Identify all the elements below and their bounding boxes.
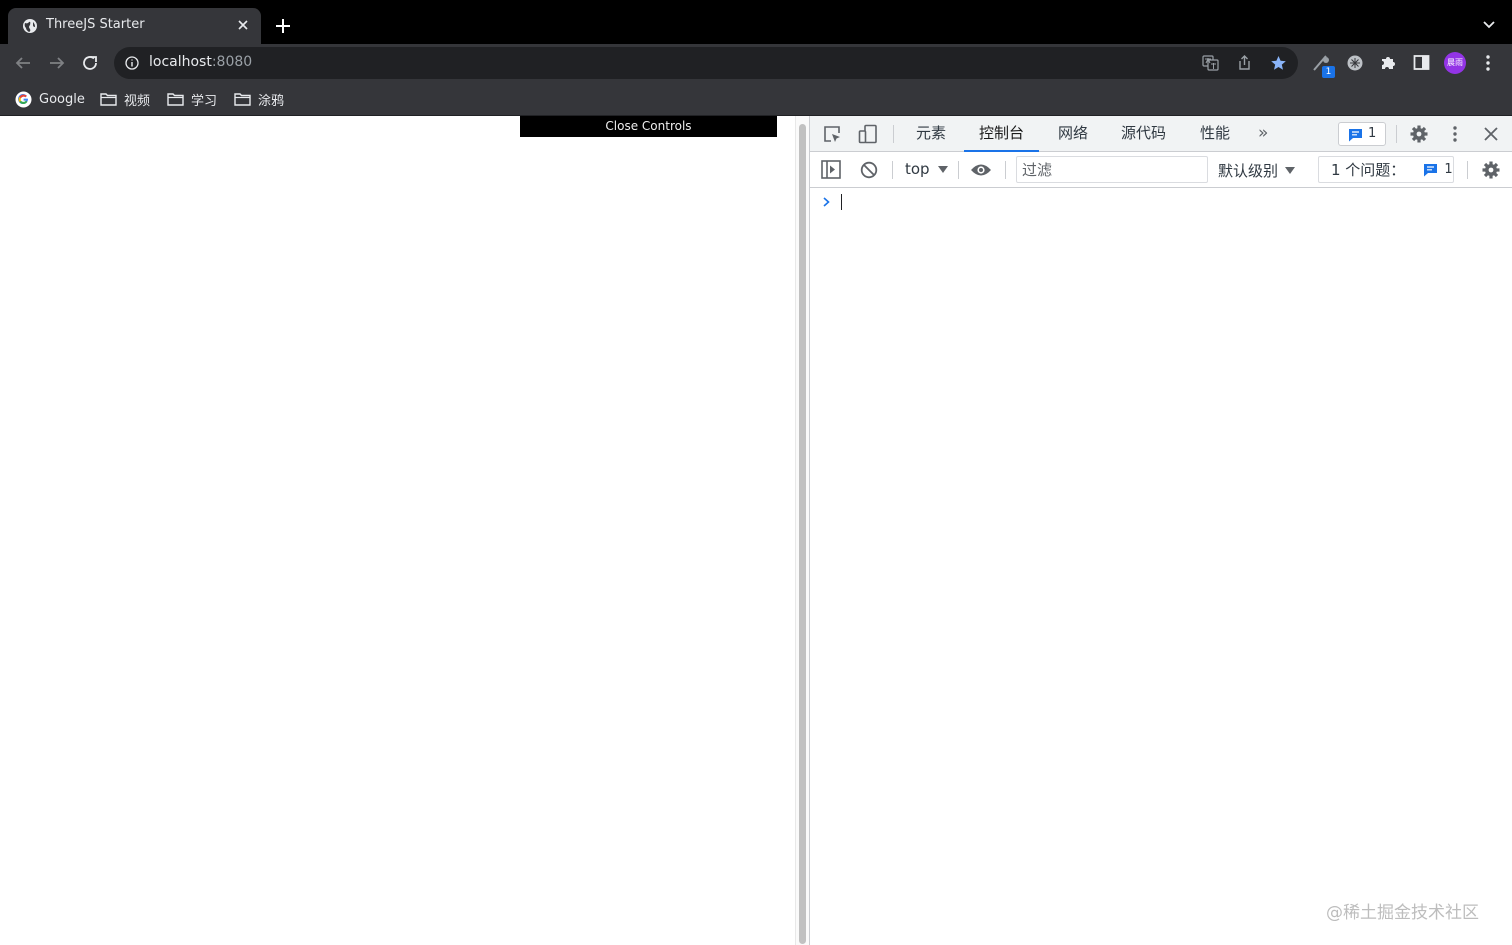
info-icon[interactable] bbox=[125, 56, 139, 70]
puzzle-icon[interactable] bbox=[1379, 54, 1397, 72]
browser-toolbar: localhost:8080 1 晨雨 bbox=[0, 44, 1512, 82]
new-tab-icon[interactable] bbox=[274, 17, 292, 35]
extension-badge: 1 bbox=[1322, 66, 1335, 78]
folder-icon bbox=[100, 92, 117, 106]
inspect-element-icon[interactable] bbox=[823, 125, 842, 144]
back-icon[interactable] bbox=[14, 54, 32, 72]
browser-tab[interactable]: ThreeJS Starter bbox=[8, 8, 261, 44]
console-toolbar: top 默认级别 1 个问题： 1 bbox=[810, 152, 1512, 188]
devtools-tab-bar: 元素 控制台 网络 源代码 性能 » 1 bbox=[810, 116, 1512, 152]
page-scrollbar[interactable] bbox=[795, 116, 809, 945]
message-icon bbox=[1423, 163, 1438, 177]
tab-sources[interactable]: 源代码 bbox=[1121, 116, 1166, 152]
url-port: :8080 bbox=[211, 54, 253, 70]
tab-strip: ThreeJS Starter bbox=[0, 0, 1512, 44]
close-controls-button[interactable]: Close Controls bbox=[520, 116, 777, 137]
more-tabs-button[interactable]: » bbox=[1258, 116, 1268, 152]
scrollbar-thumb[interactable] bbox=[799, 124, 806, 944]
issues-label: 1 个问题： bbox=[1331, 161, 1406, 179]
bookmark-label: 学习 bbox=[191, 93, 218, 109]
log-level-value: 默认级别 bbox=[1218, 162, 1279, 180]
tab-performance[interactable]: 性能 bbox=[1200, 116, 1230, 152]
tab-title: ThreeJS Starter bbox=[46, 17, 145, 32]
address-bar[interactable]: localhost:8080 bbox=[114, 47, 1298, 79]
watermark: @稀土掘金技术社区 bbox=[1326, 903, 1479, 923]
bookmark-folder-doodle[interactable]: 涂鸦 bbox=[234, 90, 285, 109]
translate-icon[interactable] bbox=[1202, 55, 1219, 71]
share-icon[interactable] bbox=[1237, 55, 1252, 71]
prompt-chevron-icon bbox=[822, 196, 831, 208]
url-text: localhost:8080 bbox=[149, 54, 252, 70]
caret-down-icon bbox=[1285, 167, 1296, 174]
console-output[interactable] bbox=[810, 188, 1512, 945]
console-input-cursor[interactable] bbox=[841, 194, 842, 210]
bookmark-google[interactable]: Google bbox=[15, 90, 85, 108]
eye-icon[interactable] bbox=[970, 163, 992, 177]
log-level-select[interactable]: 默认级别 bbox=[1218, 160, 1296, 181]
clear-console-icon[interactable] bbox=[860, 161, 878, 179]
divider bbox=[1396, 125, 1397, 143]
bookmarks-bar: Google 视频 学习 涂鸦 bbox=[0, 82, 1512, 116]
bookmark-label: 视频 bbox=[124, 93, 151, 109]
issues-count: 1 bbox=[1444, 162, 1453, 177]
caret-down-icon bbox=[937, 165, 948, 173]
globe-icon bbox=[22, 18, 38, 34]
divider bbox=[892, 161, 893, 179]
side-panel-icon[interactable] bbox=[1413, 54, 1430, 71]
issues-counter-button[interactable]: 1 bbox=[1338, 122, 1386, 146]
page-viewport[interactable]: Close Controls bbox=[0, 116, 795, 945]
url-host: localhost bbox=[149, 54, 212, 70]
gear-icon[interactable] bbox=[1481, 160, 1501, 180]
message-icon bbox=[1348, 128, 1363, 142]
context-select-value: top bbox=[905, 160, 930, 178]
kebab-menu-icon[interactable] bbox=[1452, 125, 1458, 143]
vpn-extension-icon[interactable] bbox=[1346, 54, 1364, 72]
close-icon[interactable] bbox=[1483, 126, 1499, 142]
divider bbox=[958, 161, 959, 179]
filter-input[interactable] bbox=[1016, 156, 1208, 183]
tab-elements[interactable]: 元素 bbox=[916, 116, 946, 152]
bookmark-label: Google bbox=[39, 91, 85, 107]
divider bbox=[893, 125, 894, 143]
bookmark-star-icon[interactable] bbox=[1270, 55, 1287, 71]
sidebar-toggle-icon[interactable] bbox=[821, 160, 841, 179]
divider bbox=[1467, 161, 1468, 179]
folder-icon bbox=[167, 92, 184, 106]
tab-network[interactable]: 网络 bbox=[1058, 116, 1088, 152]
issues-count: 1 bbox=[1368, 126, 1377, 141]
bookmark-folder-video[interactable]: 视频 bbox=[100, 90, 151, 109]
google-icon bbox=[15, 91, 32, 108]
tab-console[interactable]: 控制台 bbox=[964, 116, 1040, 152]
folder-icon bbox=[234, 92, 251, 106]
context-select[interactable]: top bbox=[905, 160, 948, 178]
devtools-panel: 元素 控制台 网络 源代码 性能 » 1 top 过滤 默认级别 1 个问题： … bbox=[809, 116, 1512, 945]
reload-icon[interactable] bbox=[81, 54, 99, 72]
bookmark-label: 涂鸦 bbox=[258, 93, 285, 109]
close-tab-icon[interactable] bbox=[236, 18, 250, 32]
forward-icon[interactable] bbox=[48, 54, 66, 72]
issues-link[interactable]: 1 个问题： 1 bbox=[1318, 156, 1454, 183]
kebab-menu-icon[interactable] bbox=[1484, 54, 1492, 72]
gear-icon[interactable] bbox=[1409, 124, 1429, 144]
divider bbox=[1005, 161, 1006, 179]
chevron-down-icon[interactable] bbox=[1482, 20, 1496, 30]
bookmark-folder-study[interactable]: 学习 bbox=[167, 90, 218, 109]
avatar[interactable]: 晨雨 bbox=[1444, 52, 1466, 74]
device-toolbar-icon[interactable] bbox=[858, 124, 878, 144]
